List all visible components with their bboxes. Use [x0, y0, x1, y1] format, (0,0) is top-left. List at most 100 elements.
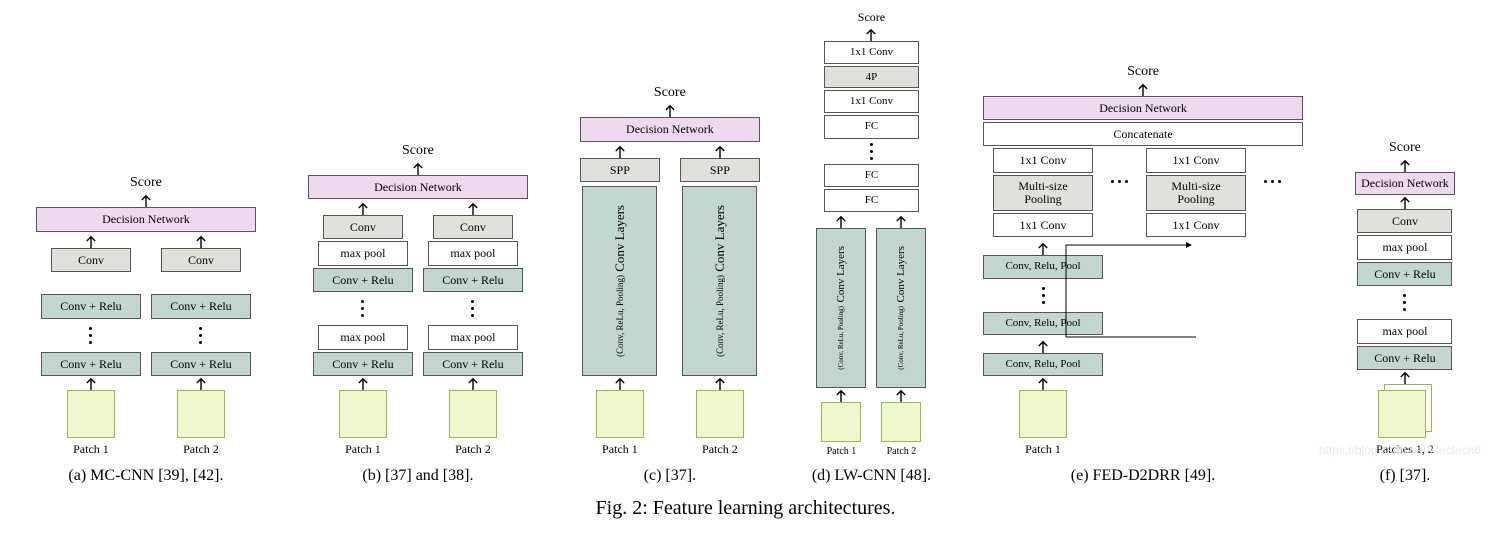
subtitle-c: (c) [37]. — [644, 467, 696, 485]
conv1x1-box: 1x1 Conv — [1146, 213, 1246, 237]
patch-label: Patch 2 — [183, 442, 219, 457]
decision-network-box: Decision Network — [580, 117, 760, 141]
arrow-up-icon — [1036, 241, 1050, 255]
decision-network-box: Decision Network — [308, 175, 528, 199]
subtitle-e: (e) FED-D2DRR [49]. — [1071, 467, 1215, 485]
arch-a: Score Decision Network Conv Conv + Relu … — [36, 175, 256, 485]
subtitle-a: (a) MC-CNN [39], [42]. — [68, 467, 223, 485]
fc-box: FC — [824, 115, 919, 138]
arrow-up-icon — [466, 376, 480, 390]
patch-label: Patch 1 — [827, 446, 857, 457]
conv-relu-pool-box: Conv, Relu, Pool — [983, 312, 1103, 335]
patch-box — [696, 390, 744, 438]
vertical-dots-icon — [361, 300, 364, 317]
vertical-dots-icon — [870, 143, 873, 160]
score-label: Score — [1127, 64, 1159, 80]
conv-layers-sub: (Conv, ReLu, Pooling) — [715, 275, 725, 357]
conv-layers-sub: (Conv, ReLu, Pooling) — [897, 306, 905, 370]
multisize-pool-box: Multi-size Pooling — [1146, 175, 1246, 211]
patch-label: Patch 1 — [1025, 442, 1061, 457]
arrow-up-icon — [663, 103, 677, 117]
arrow-up-icon — [194, 234, 208, 248]
arch-f: Score Decision Network Conv max pool Con… — [1355, 140, 1455, 485]
figure-container: Score Decision Network Conv Conv + Relu … — [0, 10, 1491, 485]
conv-box: Conv — [1357, 209, 1452, 233]
conv-layers-box: Conv Layers (Conv, ReLu, Pooling) — [682, 186, 757, 376]
vertical-dots-icon — [89, 327, 92, 344]
arrow-up-icon — [713, 144, 727, 158]
vertical-dots-icon — [471, 300, 474, 317]
conv-relu-box: Conv + Relu — [423, 268, 523, 292]
conv-relu-box: Conv + Relu — [41, 352, 141, 376]
arrow-up-icon — [1036, 376, 1050, 390]
maxpool-box: max pool — [318, 325, 408, 349]
conv-relu-box: Conv + Relu — [151, 352, 251, 376]
arrow-up-icon — [411, 161, 425, 175]
spp-box: SPP — [580, 158, 660, 182]
arrow-up-icon — [1036, 339, 1050, 353]
decision-network-box: Decision Network — [1355, 172, 1455, 195]
arrow-up-icon — [613, 144, 627, 158]
patch-box — [596, 390, 644, 438]
patch-label: Patch 2 — [455, 442, 491, 457]
arrow-up-icon — [466, 201, 480, 215]
arrow-up-icon — [613, 376, 627, 390]
arrow-up-icon — [139, 193, 153, 207]
skip-connector-icon — [1136, 237, 1256, 337]
patch-box — [881, 402, 921, 442]
patch-box — [449, 390, 497, 438]
horizontal-dots-icon — [1111, 180, 1128, 183]
conv-layers-box: Conv Layers (Conv, ReLu, Pooling) — [816, 228, 866, 388]
conv-layers-box: Conv Layers (Conv, ReLu, Pooling) — [582, 186, 657, 376]
conv-relu-pool-box: Conv, Relu, Pool — [983, 255, 1103, 278]
conv1x1-box: 1x1 Conv — [993, 213, 1093, 237]
multisize-pool-box: Multi-size Pooling — [993, 175, 1093, 211]
patch-stack-box — [1378, 384, 1432, 438]
score-label: Score — [1389, 140, 1421, 156]
conv-layers-label: Conv Layers — [895, 246, 907, 303]
score-label: Score — [654, 85, 686, 101]
arrow-up-icon — [894, 214, 908, 228]
vertical-dots-icon — [1403, 294, 1406, 311]
arrow-up-icon — [194, 376, 208, 390]
decision-label: Decision Network — [1361, 176, 1449, 190]
arrow-up-icon — [356, 376, 370, 390]
patch-label: Patch 1 — [345, 442, 381, 457]
figure-caption: Fig. 2: Feature learning architectures. — [0, 497, 1491, 520]
subtitle-b: (b) [37] and [38]. — [362, 467, 473, 485]
arrow-up-icon — [834, 214, 848, 228]
patch-box — [1019, 390, 1067, 438]
patch-label: Patch 2 — [887, 446, 917, 457]
score-label: Score — [130, 175, 162, 191]
conv-relu-box: Conv + Relu — [313, 352, 413, 376]
patch-box — [821, 402, 861, 442]
maxpool-box: max pool — [318, 241, 408, 265]
conv-layers-box: Conv Layers (Conv, ReLu, Pooling) — [876, 228, 926, 388]
score-label: Score — [858, 10, 885, 25]
fc-box: FC — [824, 164, 919, 187]
conv-layers-sub: (Conv, ReLu, Pooling) — [837, 306, 845, 370]
patch-box — [177, 390, 225, 438]
maxpool-box: max pool — [428, 241, 518, 265]
arrow-up-icon — [84, 234, 98, 248]
conv-relu-box: Conv + Relu — [1357, 262, 1452, 286]
patch-box — [67, 390, 115, 438]
patch-label: Patch 1 — [602, 442, 638, 457]
conv-relu-box: Conv + Relu — [41, 294, 141, 318]
four-p-box: 4P — [824, 66, 919, 88]
arrow-up-icon — [864, 27, 878, 41]
watermark-text: https://blog.csdn.net/electech6 — [1319, 443, 1481, 457]
conv-box: Conv — [161, 248, 241, 272]
decision-network-box: Decision Network — [36, 207, 256, 231]
conv-layers-label: Conv Layers — [612, 205, 628, 272]
conv-relu-pool-box: Conv, Relu, Pool — [983, 353, 1103, 376]
arrow-up-icon — [1398, 195, 1412, 209]
conv-box: Conv — [323, 215, 403, 239]
maxpool-box: max pool — [428, 325, 518, 349]
conv-layers-sub: (Conv, ReLu, Pooling) — [615, 275, 625, 357]
conv1x1-box: 1x1 Conv — [993, 148, 1093, 172]
conv1x1-box: 1x1 Conv — [824, 41, 919, 64]
conv-relu-box: Conv + Relu — [423, 352, 523, 376]
patch-box — [339, 390, 387, 438]
arrow-up-icon — [894, 388, 908, 402]
